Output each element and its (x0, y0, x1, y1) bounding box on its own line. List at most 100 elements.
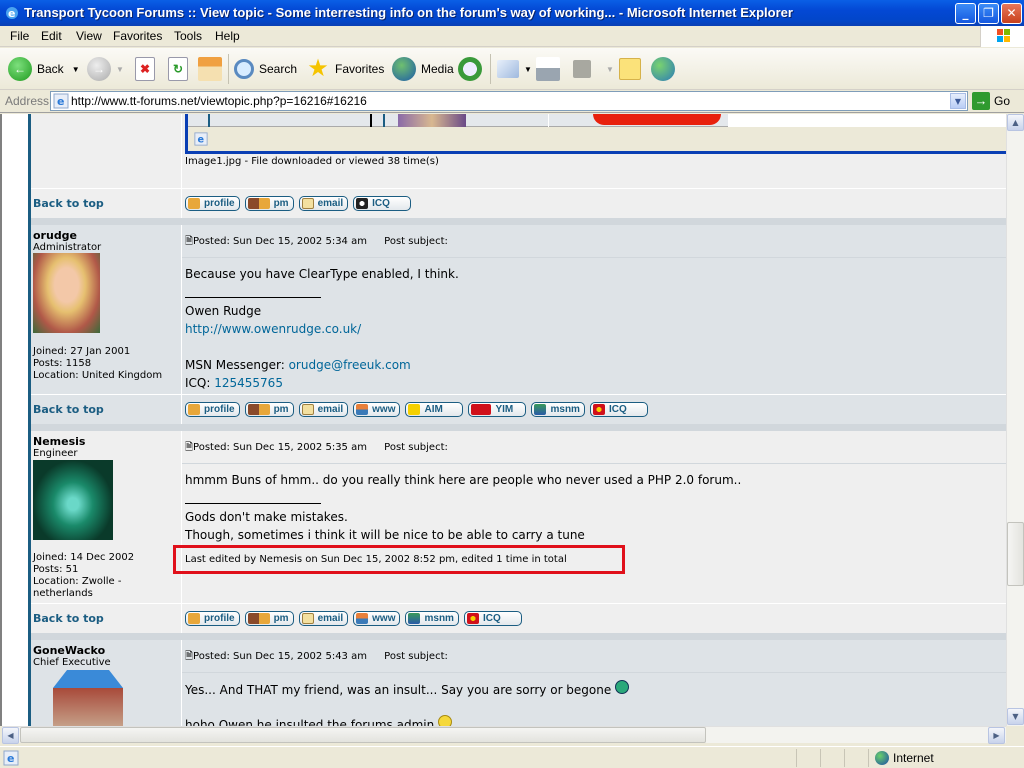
author-rank: Chief Executive (33, 657, 111, 668)
refresh-button[interactable]: ↻ (168, 54, 193, 84)
stop-button[interactable]: ✖ (135, 54, 160, 84)
post-icon[interactable]: 🗎 (185, 236, 193, 247)
msn-link[interactable]: orudge@freeuk.com (289, 358, 411, 372)
edit-button[interactable]: ▼ (573, 54, 614, 84)
favorites-button[interactable]: ★ Favorites (306, 54, 384, 84)
back-to-top-link[interactable]: Back to top (33, 197, 104, 210)
address-dropdown-icon[interactable]: ▼ (950, 93, 966, 109)
home-button[interactable] (198, 54, 227, 84)
author-name[interactable]: orudge (33, 229, 179, 242)
address-label: Address (5, 94, 50, 108)
page-viewport: e Image1.jpg - File downloaded or viewed… (0, 114, 1024, 726)
icq-link[interactable]: 125455765 (214, 376, 283, 390)
icq-button[interactable]: ICQ (463, 611, 522, 626)
post-header: 🗎Posted: Sun Dec 15, 2002 5:34 am Post s… (185, 234, 448, 251)
email-button[interactable]: email (298, 611, 349, 626)
msnm-button[interactable]: msnm (405, 611, 459, 626)
author-name[interactable]: GoneWacko (33, 644, 179, 657)
yim-button[interactable]: YIM (468, 402, 527, 417)
search-icon (234, 59, 254, 79)
menu-help[interactable]: Help (215, 29, 240, 43)
www-button[interactable]: www (353, 402, 401, 417)
aim-icon (408, 404, 421, 415)
messenger-button[interactable] (651, 54, 680, 84)
minimize-button[interactable]: _ (955, 3, 976, 24)
contact-buttons: profile pm email www msnm ICQ (185, 611, 522, 626)
profile-button[interactable]: profile (185, 402, 240, 417)
back-to-top-link[interactable]: Back to top (33, 612, 104, 625)
profile-button[interactable]: profile (185, 196, 240, 211)
post-subject: Post subject: (384, 442, 448, 453)
email-button[interactable]: email (298, 402, 349, 417)
print-icon (536, 57, 560, 81)
back-to-top-link[interactable]: Back to top (33, 403, 104, 416)
media-button[interactable]: Media (392, 54, 454, 84)
scroll-up-arrow-icon[interactable]: ▲ (1007, 114, 1024, 131)
vertical-scrollbar[interactable]: ▲ ▼ (1006, 114, 1024, 726)
pm-button[interactable]: pm (244, 611, 294, 626)
post-footer-row: Back to top profile pm email www AIM YIM… (31, 394, 1008, 424)
address-field[interactable]: e ▼ (50, 91, 968, 111)
msnm-button[interactable]: msnm (531, 402, 585, 417)
forward-button[interactable]: → ▼ (87, 54, 124, 84)
mail-button[interactable]: ▼ (497, 54, 532, 84)
row-spacer (31, 633, 1008, 640)
discuss-button[interactable] (619, 54, 646, 84)
menu-tools[interactable]: Tools (174, 29, 202, 43)
post-footer-row: Back to top profile pm email ICQ (31, 188, 1008, 218)
search-button[interactable]: Search (234, 54, 297, 84)
author-name[interactable]: Nemesis (33, 435, 179, 448)
icq-button[interactable]: ICQ (589, 402, 648, 417)
post-icon[interactable]: 🗎 (185, 651, 193, 662)
author-rank: Engineer (33, 448, 78, 459)
edit-dropdown-icon[interactable]: ▼ (606, 65, 614, 74)
signature-website-link[interactable]: http://www.owenrudge.co.uk/ (185, 320, 459, 338)
menu-file[interactable]: File (10, 29, 29, 43)
menu-edit[interactable]: Edit (41, 29, 62, 43)
vertical-scroll-thumb[interactable] (1007, 522, 1024, 586)
pm-button[interactable]: pm (244, 196, 294, 211)
yim-icon (471, 404, 492, 415)
back-dropdown-icon[interactable]: ▼ (72, 65, 80, 74)
security-zone: Internet (893, 751, 934, 765)
status-bar: e Internet (0, 746, 1024, 768)
contact-buttons: profile pm email www AIM YIM msnm ICQ (185, 402, 648, 417)
back-button[interactable]: ← Back ▼ (8, 54, 80, 84)
menu-favorites[interactable]: Favorites (113, 29, 162, 43)
mail-dropdown-icon[interactable]: ▼ (524, 65, 532, 74)
history-button[interactable] (458, 54, 487, 84)
icq-icon (592, 404, 605, 415)
icq-button[interactable]: ICQ (353, 196, 412, 211)
go-arrow-icon: → (972, 92, 990, 110)
discuss-icon (619, 58, 641, 80)
forward-dropdown-icon[interactable]: ▼ (116, 65, 124, 74)
post-body: Yes... And THAT my friend, was an insult… (185, 683, 612, 697)
pm-icon (247, 613, 270, 624)
www-button[interactable]: www (353, 611, 401, 626)
posted-date: Posted: Sun Dec 15, 2002 5:35 am (193, 442, 367, 453)
go-button[interactable]: → Go (972, 91, 1010, 111)
profile-button[interactable]: profile (185, 611, 240, 626)
address-input[interactable] (71, 93, 941, 109)
post-gonewacko: GoneWacko Chief Executive 🗎Posted: Sun D… (31, 640, 1009, 726)
pm-button[interactable]: pm (244, 402, 294, 417)
horizontal-scrollbar[interactable]: ◀ ▶ (2, 726, 1006, 744)
toolbar: ← Back ▼ → ▼ ✖ ↻ Search ★ Favorites Medi… (0, 48, 1024, 90)
horizontal-scroll-thumb[interactable] (20, 727, 706, 743)
print-button[interactable] (536, 54, 565, 84)
icq-icon (466, 613, 479, 624)
signature-line: Though, sometimes i think it will be nic… (185, 528, 585, 542)
scroll-right-arrow-icon[interactable]: ▶ (988, 727, 1005, 744)
restore-button[interactable]: ❐ (978, 3, 999, 24)
location-continued: netherlands (33, 588, 93, 599)
scroll-down-arrow-icon[interactable]: ▼ (1007, 708, 1024, 725)
post-count: Posts: 1158 (33, 358, 92, 369)
aim-button[interactable]: AIM (405, 402, 464, 417)
close-button[interactable]: ✕ (1001, 3, 1022, 24)
email-button[interactable]: email (298, 196, 349, 211)
scroll-left-arrow-icon[interactable]: ◀ (2, 727, 19, 744)
title-bar: e Transport Tycoon Forums :: View topic … (0, 0, 1024, 26)
menu-view[interactable]: View (76, 29, 102, 43)
post-icon[interactable]: 🗎 (185, 442, 193, 453)
history-icon (458, 57, 482, 81)
